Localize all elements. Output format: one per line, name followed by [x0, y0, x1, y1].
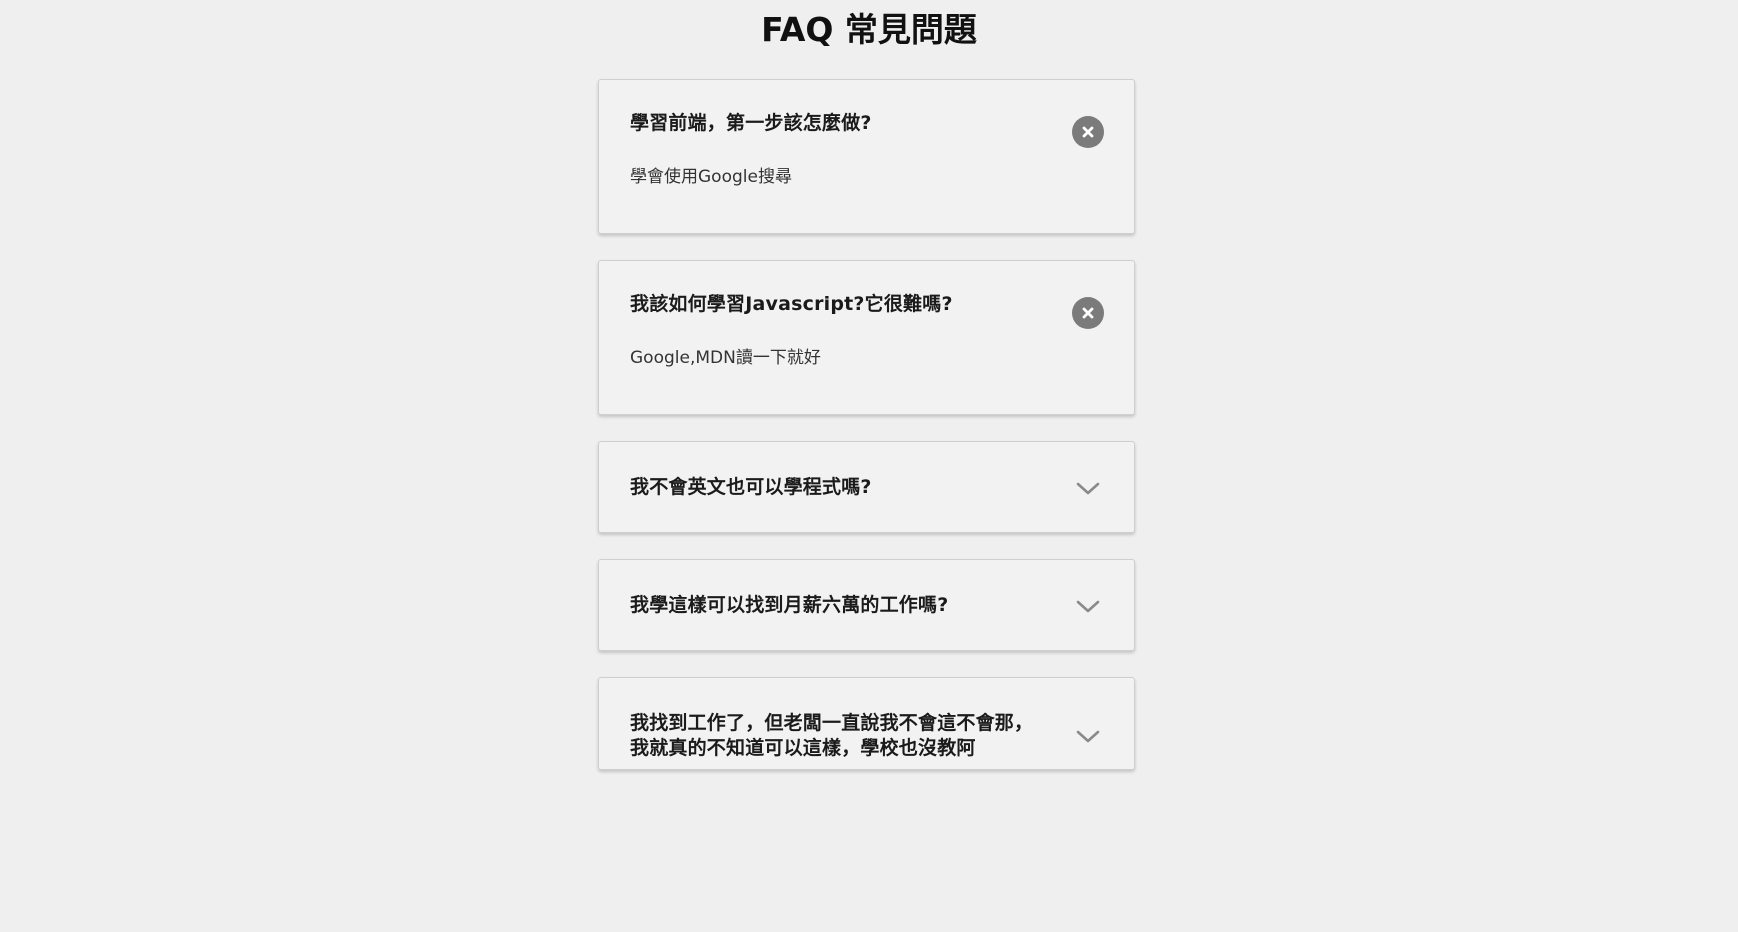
- chevron-down-icon: [1075, 476, 1101, 505]
- faq-answer: Google,MDN讀一下就好: [630, 348, 821, 368]
- faq-item: 我該如何學習Javascript?它很難嗎? Google,MDN讀一下就好: [598, 260, 1135, 415]
- page-title: FAQ 常見問題: [761, 10, 977, 49]
- faq-question: 我不會英文也可以學程式嗎?: [630, 476, 872, 498]
- faq-question: 我該如何學習Javascript?它很難嗎?: [630, 293, 953, 315]
- faq-toggle-button[interactable]: [1072, 474, 1104, 506]
- faq-item[interactable]: 我不會英文也可以學程式嗎?: [598, 441, 1135, 533]
- chevron-down-icon: [1075, 724, 1101, 753]
- chevron-down-icon: [1075, 594, 1101, 623]
- close-icon: [1072, 116, 1104, 148]
- faq-item: 學習前端，第一步該怎麼做? 學會使用Google搜尋: [598, 79, 1135, 234]
- close-icon: [1072, 297, 1104, 329]
- faq-question: 我學這樣可以找到月薪六萬的工作嗎?: [630, 594, 949, 616]
- faq-toggle-button[interactable]: [1072, 722, 1104, 754]
- faq-item[interactable]: 我學這樣可以找到月薪六萬的工作嗎?: [598, 559, 1135, 651]
- faq-item[interactable]: 我找到工作了，但老闆一直說我不會這不會那，我就真的不知道可以這樣，學校也沒教阿: [598, 677, 1135, 770]
- faq-answer: 學會使用Google搜尋: [630, 167, 792, 187]
- faq-list: 學習前端，第一步該怎麼做? 學會使用Google搜尋 我該如何學習Javascr…: [598, 79, 1135, 796]
- faq-toggle-button[interactable]: [1072, 116, 1104, 148]
- faq-question: 學習前端，第一步該怎麼做?: [630, 112, 872, 134]
- faq-question: 我找到工作了，但老闆一直說我不會這不會那，我就真的不知道可以這樣，學校也沒教阿: [630, 712, 1034, 759]
- faq-toggle-button[interactable]: [1072, 297, 1104, 329]
- faq-toggle-button[interactable]: [1072, 592, 1104, 624]
